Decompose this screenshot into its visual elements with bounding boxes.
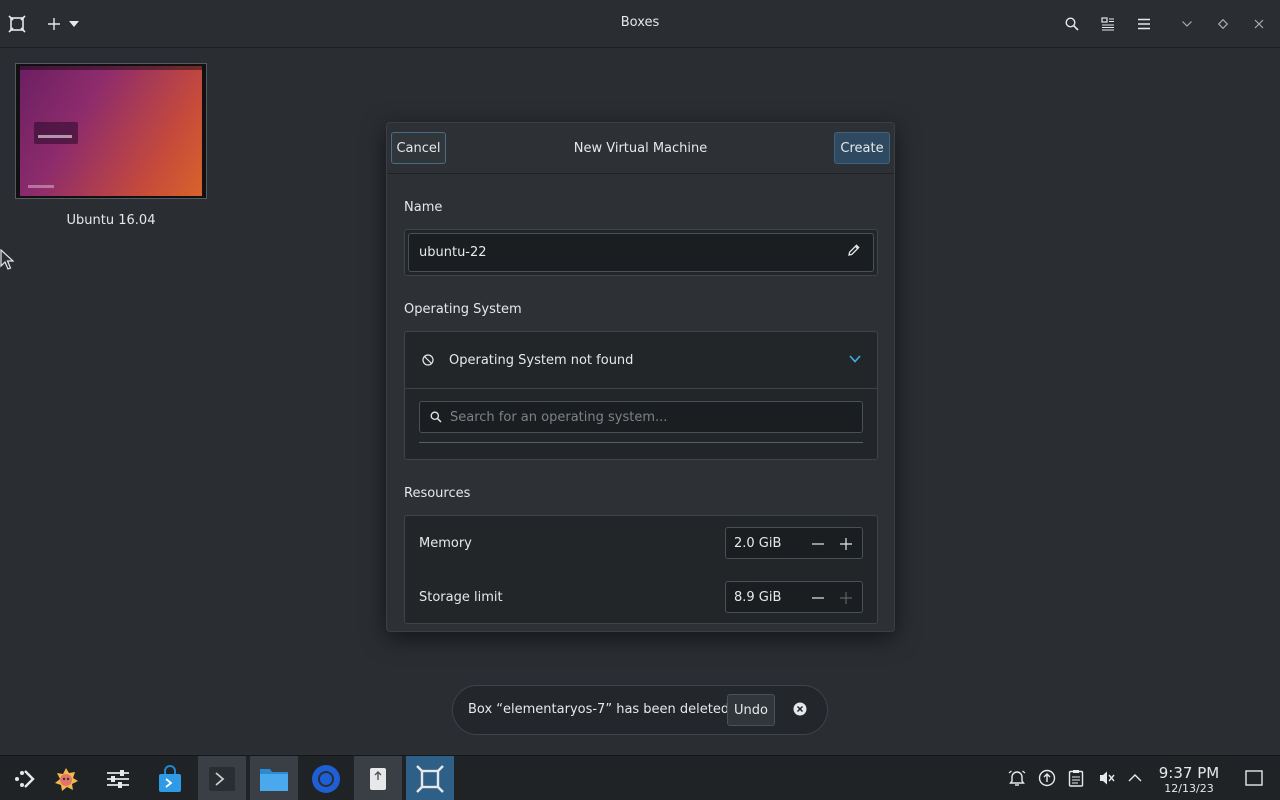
toast-message: Box “elementaryos-7” has been deleted <box>468 702 730 717</box>
volume-muted-icon[interactable] <box>1098 769 1116 787</box>
search-icon[interactable] <box>1062 12 1082 36</box>
terminal-icon[interactable] <box>198 756 246 800</box>
box-label: Ubuntu 16.04 <box>66 213 156 228</box>
resources-section-label: Resources <box>404 486 471 501</box>
dialog-header: Cancel New Virtual Machine Create <box>387 123 894 174</box>
system-tray-expand-icon[interactable] <box>1128 769 1142 787</box>
os-search-input[interactable]: Search for an operating system... <box>419 401 863 433</box>
deleted-toast: Box “elementaryos-7” has been deleted Un… <box>452 685 828 735</box>
store-bag-icon[interactable] <box>146 756 194 800</box>
show-desktop-icon[interactable] <box>1245 769 1263 787</box>
os-list-separator <box>419 442 863 443</box>
storage-value: 8.9 GiB <box>734 590 782 605</box>
name-section-label: Name <box>404 200 443 215</box>
memory-value: 2.0 GiB <box>734 536 782 551</box>
toast-close-icon[interactable] <box>793 702 807 716</box>
os-status-text: Operating System not found <box>449 353 634 368</box>
chevron-down-icon[interactable] <box>849 355 861 363</box>
resources-panel: Memory 2.0 GiB Storage limit 8.9 GiB <box>404 515 878 624</box>
taskbar: 9:37 PM 12/13/23 <box>0 755 1280 800</box>
pencil-edit-icon[interactable] <box>847 243 861 257</box>
updates-icon[interactable] <box>1038 769 1056 787</box>
create-button[interactable]: Create <box>834 132 890 164</box>
name-input-value: ubuntu-22 <box>419 245 487 260</box>
clock-time[interactable]: 9:37 PM <box>1156 764 1222 782</box>
storage-spinbox[interactable]: 8.9 GiB <box>725 581 863 613</box>
undo-button[interactable]: Undo <box>727 694 775 726</box>
box-thumbnail[interactable] <box>15 63 207 199</box>
ubuntu-desktop-preview <box>20 66 202 196</box>
window-title: Boxes <box>620 15 660 30</box>
name-input[interactable]: ubuntu-22 <box>408 233 874 272</box>
new-vm-dialog: Cancel New Virtual Machine Create Name u… <box>386 122 895 632</box>
disk-usb-icon[interactable] <box>354 756 402 800</box>
mouse-cursor-icon <box>0 249 14 271</box>
minimize-icon[interactable] <box>1178 12 1196 36</box>
browser-icon[interactable] <box>302 756 350 800</box>
memory-label: Memory <box>419 536 472 551</box>
storage-increase-plus-icon[interactable] <box>838 590 854 606</box>
storage-decrease-minus-icon[interactable] <box>810 590 826 606</box>
os-search-placeholder: Search for an operating system... <box>450 410 668 425</box>
storage-limit-label: Storage limit <box>419 590 503 605</box>
not-found-icon <box>422 354 434 366</box>
name-field-frame: ubuntu-22 <box>404 229 878 276</box>
dialog-title: New Virtual Machine <box>573 141 708 156</box>
maximize-icon[interactable] <box>1214 12 1232 36</box>
boxes-taskbar-icon[interactable] <box>406 756 454 800</box>
close-icon[interactable] <box>1250 12 1268 36</box>
header-bar: Boxes <box>0 0 1280 48</box>
os-selector: Operating System not found Search for an… <box>404 331 878 460</box>
hamburger-menu-icon[interactable] <box>1134 12 1154 36</box>
view-list-icon[interactable] <box>1098 12 1118 36</box>
system-settings-icon[interactable] <box>94 756 142 800</box>
memory-increase-plus-icon[interactable] <box>838 536 854 552</box>
discover-icon[interactable] <box>42 756 90 800</box>
box-item-ubuntu[interactable]: Ubuntu 16.04 <box>15 63 207 228</box>
memory-spinbox[interactable]: 2.0 GiB <box>725 527 863 559</box>
notifications-bell-icon[interactable] <box>1008 769 1026 787</box>
clock-date[interactable]: 12/13/23 <box>1156 782 1222 795</box>
memory-decrease-minus-icon[interactable] <box>810 536 826 552</box>
os-section-label: Operating System <box>404 302 522 317</box>
file-manager-icon[interactable] <box>250 756 298 800</box>
clipboard-icon[interactable] <box>1068 769 1084 787</box>
app-launcher-icon[interactable] <box>0 756 48 800</box>
search-icon <box>430 411 442 423</box>
os-dropdown[interactable]: Operating System not found <box>405 332 877 389</box>
